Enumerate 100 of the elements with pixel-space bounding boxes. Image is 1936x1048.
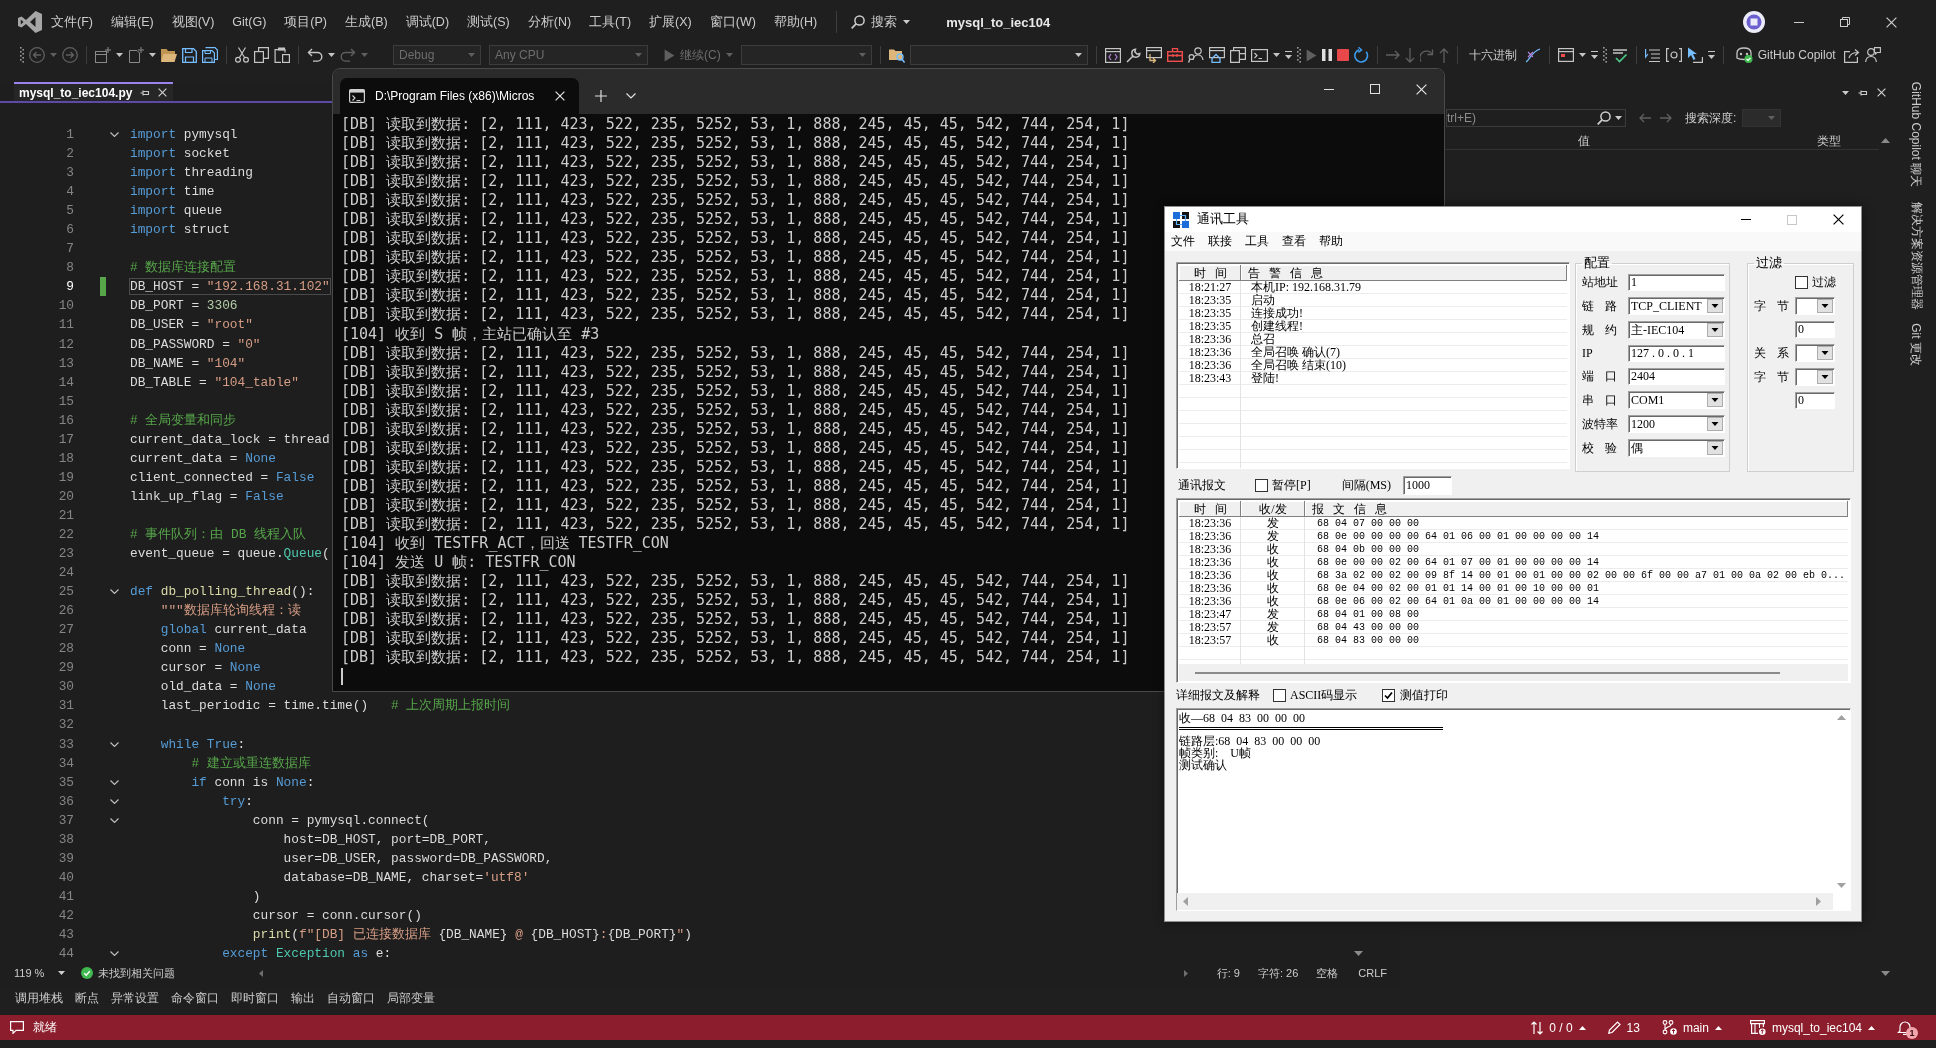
menu-item[interactable]: 项目(P) [275, 10, 336, 34]
column-header[interactable]: 告 警 信 息 [1241, 265, 1567, 282]
menu-item[interactable]: 编辑(E) [101, 10, 163, 34]
close-icon[interactable] [1832, 214, 1844, 225]
chevron-down-icon[interactable] [626, 93, 636, 99]
caret-icon[interactable] [1074, 53, 1082, 57]
column-header[interactable]: 收/发 [1241, 501, 1305, 518]
column-indicator[interactable]: 字符: 26 [1257, 965, 1299, 981]
menu-item[interactable]: Git(G) [223, 12, 276, 32]
column-header[interactable]: 报 文 信 息 [1305, 501, 1848, 518]
menu-item[interactable]: 窗口(W) [700, 10, 765, 34]
column-header[interactable]: 类型 [1817, 132, 1841, 150]
caret-up-icon[interactable] [1868, 1025, 1875, 1030]
fold-chevron-icon[interactable] [109, 817, 119, 823]
tool-window-tab[interactable]: 调用堆栈 [15, 989, 63, 1007]
horizontal-scrollbar[interactable] [1179, 664, 1848, 681]
column-header[interactable]: 时 间 [1179, 501, 1241, 518]
side-tab[interactable]: GitHub Copilot 聊天 [1907, 81, 1924, 188]
column-header[interactable]: 值 [1578, 132, 1590, 150]
caret-icon[interactable] [1615, 116, 1622, 120]
clipboard-icon[interactable] [274, 47, 290, 63]
page-plus-icon[interactable] [128, 47, 144, 63]
list-icon[interactable] [1644, 48, 1661, 62]
side-tab[interactable]: Git 更改 [1907, 323, 1924, 366]
issues-status[interactable]: 未找到相关问题 [98, 965, 176, 981]
menu-item[interactable]: 文件(F) [42, 10, 102, 34]
scroll-right-arrow-icon[interactable] [1183, 969, 1188, 977]
line-ending-indicator[interactable]: CRLF [1358, 967, 1387, 979]
detail-text-area[interactable]: 收—68 04 83 00 00 00 链路层:68 04 83 00 00 00 帧类别: U帧 测试确认 [1176, 708, 1851, 911]
wrench-icon[interactable] [1125, 47, 1141, 63]
scroll-left-arrow-icon[interactable] [259, 969, 264, 977]
scroll-thumb[interactable] [1195, 671, 1780, 674]
tool-window-tab[interactable]: 断点 [75, 989, 99, 1007]
tool-window-tab[interactable]: 自动窗口 [327, 989, 375, 1007]
crate-icon[interactable] [1749, 1020, 1766, 1035]
grip-icon[interactable] [20, 47, 24, 63]
checkbox-label[interactable]: ASCII码显示 [1290, 687, 1358, 704]
ip-address-field[interactable]: 127 . 0 . 0 . 1 [1628, 345, 1725, 362]
minimize-icon[interactable] [1324, 88, 1334, 90]
side-tab[interactable]: 解决方案资源管理器 [1907, 201, 1924, 309]
menu-item[interactable]: 帮助(H) [764, 10, 827, 34]
checkbox[interactable] [1255, 479, 1268, 492]
fold-chevron-icon[interactable] [109, 779, 119, 785]
check-lines-icon[interactable] [1611, 47, 1628, 63]
menu-item[interactable]: 联接 [1202, 232, 1239, 251]
avatar-icon[interactable] [1743, 11, 1765, 33]
arrow-right-icon[interactable] [1660, 113, 1672, 123]
toolbar-options-icon[interactable] [1707, 51, 1715, 59]
dropdown[interactable] [1795, 344, 1835, 362]
menu-item[interactable]: 工具(T) [580, 10, 641, 34]
folder-search-icon[interactable] [888, 47, 905, 63]
caret-icon[interactable] [1842, 90, 1849, 95]
arrow-up-icon[interactable] [1438, 47, 1449, 63]
tool-window-tab[interactable]: 输出 [291, 989, 315, 1007]
fold-chevron-icon[interactable] [109, 132, 119, 137]
fold-chevron-icon[interactable] [109, 741, 119, 747]
menu-item[interactable]: 调试(D) [396, 10, 459, 34]
caret-icon[interactable] [328, 53, 335, 57]
text-field[interactable]: 1000 [1403, 476, 1452, 495]
menu-item[interactable]: 工具 [1239, 232, 1276, 251]
tool-window-tab[interactable]: 异常设置 [111, 989, 159, 1007]
hex-button[interactable]: 十六进制 [1465, 45, 1520, 65]
text-field[interactable]: 0 [1795, 321, 1835, 338]
window-icon[interactable] [1557, 48, 1574, 62]
scroll-up-arrow-icon[interactable] [1837, 715, 1846, 720]
edits-button[interactable]: 13 [1607, 1020, 1640, 1035]
tool-window-tab[interactable]: 局部变量 [387, 989, 435, 1007]
scroll-down-arrow-icon[interactable] [1353, 951, 1363, 956]
dropdown[interactable]: 1200 [1628, 415, 1725, 433]
dropdown[interactable] [1795, 297, 1835, 315]
arrow-down-icon[interactable] [1404, 47, 1415, 63]
robot-face-icon[interactable] [1734, 47, 1753, 63]
toolbar-options-icon[interactable] [1284, 51, 1292, 59]
search-field[interactable]: trl+E) [1446, 109, 1626, 127]
menu-item[interactable]: 生成(B) [336, 10, 397, 34]
pause-icon[interactable] [1321, 49, 1332, 61]
search-icon[interactable] [851, 15, 866, 29]
checkbox-label[interactable]: 暂停[P] [1272, 477, 1311, 494]
copilot-button[interactable]: GitHub Copilot [1731, 45, 1839, 65]
scroll-down-arrow-icon[interactable] [1837, 883, 1846, 888]
dropdown[interactable] [1795, 368, 1835, 386]
floppy-disks-icon[interactable] [202, 47, 218, 63]
line-indicator[interactable]: 行: 9 [1216, 965, 1240, 981]
tool-window-tab[interactable]: 即时窗口 [231, 989, 279, 1007]
menu-item[interactable]: 测试(S) [458, 10, 519, 34]
share-icon[interactable] [1843, 47, 1860, 63]
menu-item[interactable]: 扩展(X) [640, 10, 701, 34]
redo-icon[interactable] [340, 48, 356, 62]
checkbox-label[interactable]: 过滤 [1812, 274, 1836, 291]
tool-window-tab[interactable]: 命令窗口 [171, 989, 219, 1007]
window-arrow-icon[interactable] [1145, 47, 1162, 63]
curved-arrow-icon[interactable] [1419, 48, 1434, 62]
checkbox-label[interactable]: 测值打印 [1400, 687, 1449, 704]
floppy-disk-icon[interactable] [182, 47, 197, 63]
search-button[interactable]: 搜索 [845, 10, 917, 34]
console-icon[interactable] [1250, 48, 1268, 62]
checkbox[interactable] [1795, 276, 1808, 289]
message-list[interactable] [1176, 498, 1851, 683]
zoom-dropdown[interactable]: 119 % [14, 967, 66, 979]
menu-item[interactable]: 帮助 [1313, 232, 1350, 251]
